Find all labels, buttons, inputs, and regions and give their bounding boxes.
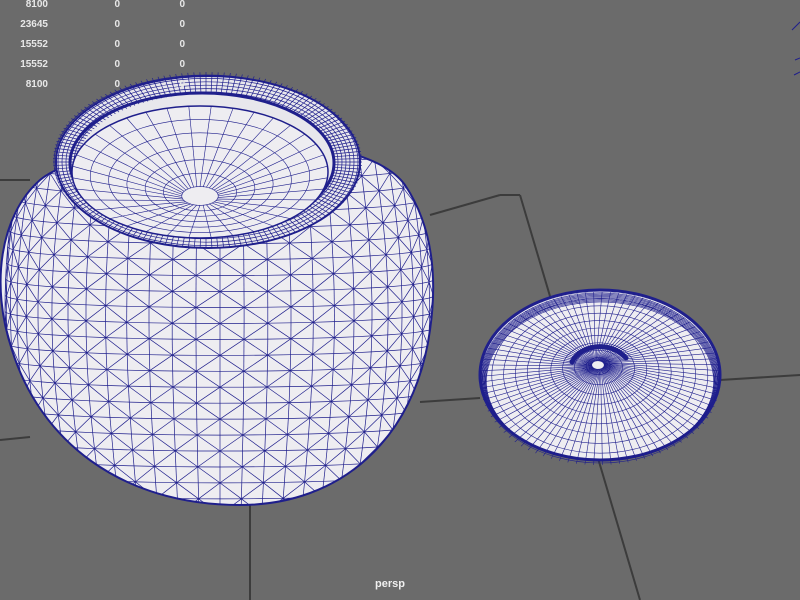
hud-value: 15552: [20, 39, 48, 50]
hud-value: 0: [179, 59, 185, 70]
hud-value: 0: [179, 79, 185, 90]
hud-row: 8100 0 0: [0, 78, 200, 92]
hud-value: 0: [179, 39, 185, 50]
camera-name-label: persp: [375, 578, 405, 590]
hud-row: 15552 0 0: [0, 38, 200, 52]
pot-lid-mesh[interactable]: [473, 288, 723, 465]
viewport-panel[interactable]: 8100 0 0 23645 0 0 15552 0 0 15552 0 0 8…: [0, 0, 800, 600]
hud-row: 8100 0 0: [0, 0, 200, 12]
hud-value: 0: [114, 59, 120, 70]
hud-value: 0: [179, 19, 185, 30]
hud-row: 15552 0 0: [0, 58, 200, 72]
hud-value: 0: [114, 39, 120, 50]
hud-value: 0: [114, 79, 120, 90]
hud-row: 23645 0 0: [0, 18, 200, 32]
hud-value: 23645: [20, 19, 48, 30]
hud-value: 0: [114, 19, 120, 30]
hud-value: 0: [179, 0, 185, 10]
hud-value: 15552: [20, 59, 48, 70]
offscreen-mesh-edge: [791, 21, 800, 76]
hud-value: 0: [114, 0, 120, 10]
hud-value: 8100: [25, 79, 48, 90]
hud-value: 8100: [25, 0, 48, 10]
